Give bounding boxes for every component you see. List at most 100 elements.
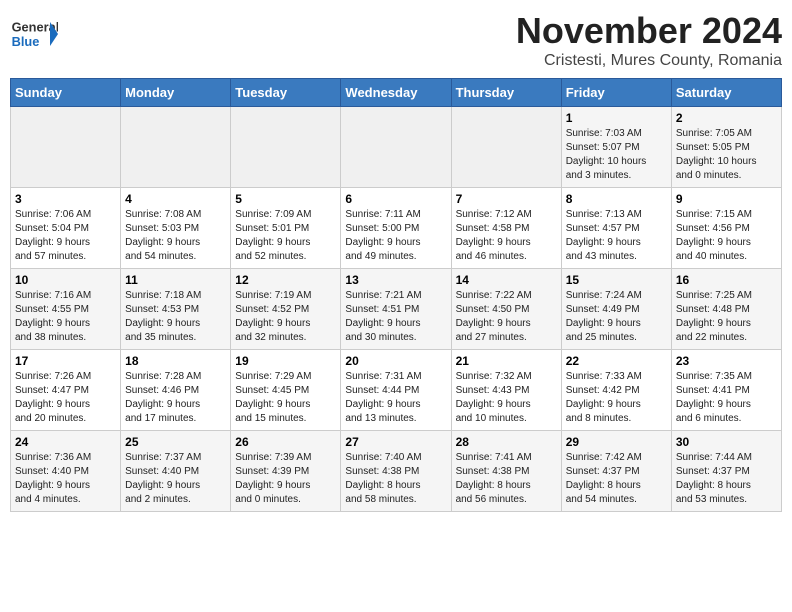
calendar-cell: 15Sunrise: 7:24 AMSunset: 4:49 PMDayligh… <box>561 269 671 350</box>
day-number: 17 <box>15 354 116 368</box>
calendar-cell: 22Sunrise: 7:33 AMSunset: 4:42 PMDayligh… <box>561 350 671 431</box>
calendar-cell: 7Sunrise: 7:12 AMSunset: 4:58 PMDaylight… <box>451 188 561 269</box>
day-number: 20 <box>345 354 446 368</box>
day-number: 12 <box>235 273 336 287</box>
day-info: Sunrise: 7:13 AMSunset: 4:57 PMDaylight:… <box>566 208 667 264</box>
calendar-cell: 12 Sunrise: 7:19 AMSunset: 4:52 PMDayligh… <box>231 269 341 350</box>
day-info: Sunrise: 7:18 AMSunset: 4:53 PMDaylight:… <box>125 289 226 345</box>
calendar-cell: 26 Sunrise: 7:39 AMSunset: 4:39 PMDayligh… <box>231 431 341 512</box>
calendar-table: SundayMondayTuesdayWednesdayThursdayFrid… <box>10 78 782 512</box>
calendar-week-3: 10 Sunrise: 7:16 AMSunset: 4:55 PMDayligh… <box>11 269 782 350</box>
weekday-header-wednesday: Wednesday <box>341 79 451 107</box>
calendar-cell: 3 Sunrise: 7:06 AMSunset: 5:04 PMDaylight… <box>11 188 121 269</box>
day-info: Sunrise: 7:29 AMSunset: 4:45 PMDaylight:… <box>235 370 336 426</box>
weekday-header-saturday: Saturday <box>671 79 781 107</box>
day-info: Sunrise: 7:16 AMSunset: 4:55 PMDaylight:… <box>15 289 116 345</box>
calendar-cell: 20 Sunrise: 7:31 AMSunset: 4:44 PMDayligh… <box>341 350 451 431</box>
calendar-cell: 14Sunrise: 7:22 AMSunset: 4:50 PMDayligh… <box>451 269 561 350</box>
calendar-cell: 10 Sunrise: 7:16 AMSunset: 4:55 PMDayligh… <box>11 269 121 350</box>
day-number: 27 <box>345 435 446 449</box>
day-info: Sunrise: 7:37 AMSunset: 4:40 PMDaylight:… <box>125 451 226 507</box>
day-info: Sunrise: 7:05 AMSunset: 5:05 PMDaylight:… <box>676 127 777 183</box>
calendar-cell: 9 Sunrise: 7:15 AMSunset: 4:56 PMDaylight… <box>671 188 781 269</box>
day-number: 5 <box>235 192 336 206</box>
calendar-cell: 4 Sunrise: 7:08 AMSunset: 5:03 PMDaylight… <box>121 188 231 269</box>
calendar-cell: 28 Sunrise: 7:41 AMSunset: 4:38 PMDayligh… <box>451 431 561 512</box>
day-info: Sunrise: 7:12 AMSunset: 4:58 PMDaylight:… <box>456 208 557 264</box>
day-number: 1 <box>566 111 667 125</box>
weekday-header-thursday: Thursday <box>451 79 561 107</box>
day-number: 24 <box>15 435 116 449</box>
title-block: November 2024 Cristesti, Mures County, R… <box>516 10 782 70</box>
day-info: Sunrise: 7:19 AMSunset: 4:52 PMDaylight:… <box>235 289 336 345</box>
day-number: 28 <box>456 435 557 449</box>
day-info: Sunrise: 7:42 AMSunset: 4:37 PMDaylight:… <box>566 451 667 507</box>
day-info: Sunrise: 7:03 AMSunset: 5:07 PMDaylight:… <box>566 127 667 183</box>
day-info: Sunrise: 7:25 AMSunset: 4:48 PMDaylight:… <box>676 289 777 345</box>
day-info: Sunrise: 7:31 AMSunset: 4:44 PMDaylight:… <box>345 370 446 426</box>
svg-text:Blue: Blue <box>12 34 40 49</box>
weekday-header-sunday: Sunday <box>11 79 121 107</box>
calendar-header-row: SundayMondayTuesdayWednesdayThursdayFrid… <box>11 79 782 107</box>
day-info: Sunrise: 7:39 AMSunset: 4:39 PMDaylight:… <box>235 451 336 507</box>
weekday-header-friday: Friday <box>561 79 671 107</box>
calendar-cell: 11Sunrise: 7:18 AMSunset: 4:53 PMDayligh… <box>121 269 231 350</box>
day-number: 18 <box>125 354 226 368</box>
location-title: Cristesti, Mures County, Romania <box>516 52 782 70</box>
calendar-cell: 1 Sunrise: 7:03 AMSunset: 5:07 PMDaylight… <box>561 107 671 188</box>
calendar-cell: 24 Sunrise: 7:36 AMSunset: 4:40 PMDayligh… <box>11 431 121 512</box>
calendar-cell: 29 Sunrise: 7:42 AMSunset: 4:37 PMDayligh… <box>561 431 671 512</box>
day-info: Sunrise: 7:33 AMSunset: 4:42 PMDaylight:… <box>566 370 667 426</box>
calendar-cell: 2Sunrise: 7:05 AMSunset: 5:05 PMDaylight… <box>671 107 781 188</box>
calendar-cell: 17 Sunrise: 7:26 AMSunset: 4:47 PMDayligh… <box>11 350 121 431</box>
day-info: Sunrise: 7:21 AMSunset: 4:51 PMDaylight:… <box>345 289 446 345</box>
calendar-cell: 23 Sunrise: 7:35 AMSunset: 4:41 PMDayligh… <box>671 350 781 431</box>
day-info: Sunrise: 7:36 AMSunset: 4:40 PMDaylight:… <box>15 451 116 507</box>
day-info: Sunrise: 7:40 AMSunset: 4:38 PMDaylight:… <box>345 451 446 507</box>
page-header: General Blue November 2024 Cristesti, Mu… <box>10 10 782 70</box>
day-number: 9 <box>676 192 777 206</box>
calendar-cell <box>451 107 561 188</box>
calendar-cell: 30Sunrise: 7:44 AMSunset: 4:37 PMDayligh… <box>671 431 781 512</box>
day-info: Sunrise: 7:35 AMSunset: 4:41 PMDaylight:… <box>676 370 777 426</box>
calendar-week-2: 3 Sunrise: 7:06 AMSunset: 5:04 PMDaylight… <box>11 188 782 269</box>
day-info: Sunrise: 7:06 AMSunset: 5:04 PMDaylight:… <box>15 208 116 264</box>
day-number: 29 <box>566 435 667 449</box>
day-info: Sunrise: 7:44 AMSunset: 4:37 PMDaylight:… <box>676 451 777 507</box>
day-info: Sunrise: 7:26 AMSunset: 4:47 PMDaylight:… <box>15 370 116 426</box>
calendar-cell: 25 Sunrise: 7:37 AMSunset: 4:40 PMDayligh… <box>121 431 231 512</box>
day-number: 4 <box>125 192 226 206</box>
calendar-cell <box>121 107 231 188</box>
logo: General Blue <box>10 10 58 58</box>
day-number: 8 <box>566 192 667 206</box>
month-title: November 2024 <box>516 10 782 52</box>
day-number: 3 <box>15 192 116 206</box>
day-info: Sunrise: 7:11 AMSunset: 5:00 PMDaylight:… <box>345 208 446 264</box>
day-info: Sunrise: 7:22 AMSunset: 4:50 PMDaylight:… <box>456 289 557 345</box>
day-number: 25 <box>125 435 226 449</box>
calendar-cell: 13Sunrise: 7:21 AMSunset: 4:51 PMDayligh… <box>341 269 451 350</box>
day-number: 10 <box>15 273 116 287</box>
day-info: Sunrise: 7:09 AMSunset: 5:01 PMDaylight:… <box>235 208 336 264</box>
day-info: Sunrise: 7:32 AMSunset: 4:43 PMDaylight:… <box>456 370 557 426</box>
calendar-cell: 8 Sunrise: 7:13 AMSunset: 4:57 PMDaylight… <box>561 188 671 269</box>
calendar-week-1: 1 Sunrise: 7:03 AMSunset: 5:07 PMDaylight… <box>11 107 782 188</box>
day-number: 6 <box>345 192 446 206</box>
logo-icon: General Blue <box>10 10 58 58</box>
day-info: Sunrise: 7:28 AMSunset: 4:46 PMDaylight:… <box>125 370 226 426</box>
calendar-cell: 16 Sunrise: 7:25 AMSunset: 4:48 PMDayligh… <box>671 269 781 350</box>
day-number: 19 <box>235 354 336 368</box>
day-info: Sunrise: 7:08 AMSunset: 5:03 PMDaylight:… <box>125 208 226 264</box>
weekday-header-tuesday: Tuesday <box>231 79 341 107</box>
weekday-header-monday: Monday <box>121 79 231 107</box>
calendar-week-5: 24 Sunrise: 7:36 AMSunset: 4:40 PMDayligh… <box>11 431 782 512</box>
day-info: Sunrise: 7:15 AMSunset: 4:56 PMDaylight:… <box>676 208 777 264</box>
calendar-cell <box>11 107 121 188</box>
calendar-cell: 21Sunrise: 7:32 AMSunset: 4:43 PMDayligh… <box>451 350 561 431</box>
day-number: 26 <box>235 435 336 449</box>
day-number: 16 <box>676 273 777 287</box>
day-number: 23 <box>676 354 777 368</box>
day-info: Sunrise: 7:41 AMSunset: 4:38 PMDaylight:… <box>456 451 557 507</box>
calendar-cell: 27 Sunrise: 7:40 AMSunset: 4:38 PMDayligh… <box>341 431 451 512</box>
day-number: 15 <box>566 273 667 287</box>
